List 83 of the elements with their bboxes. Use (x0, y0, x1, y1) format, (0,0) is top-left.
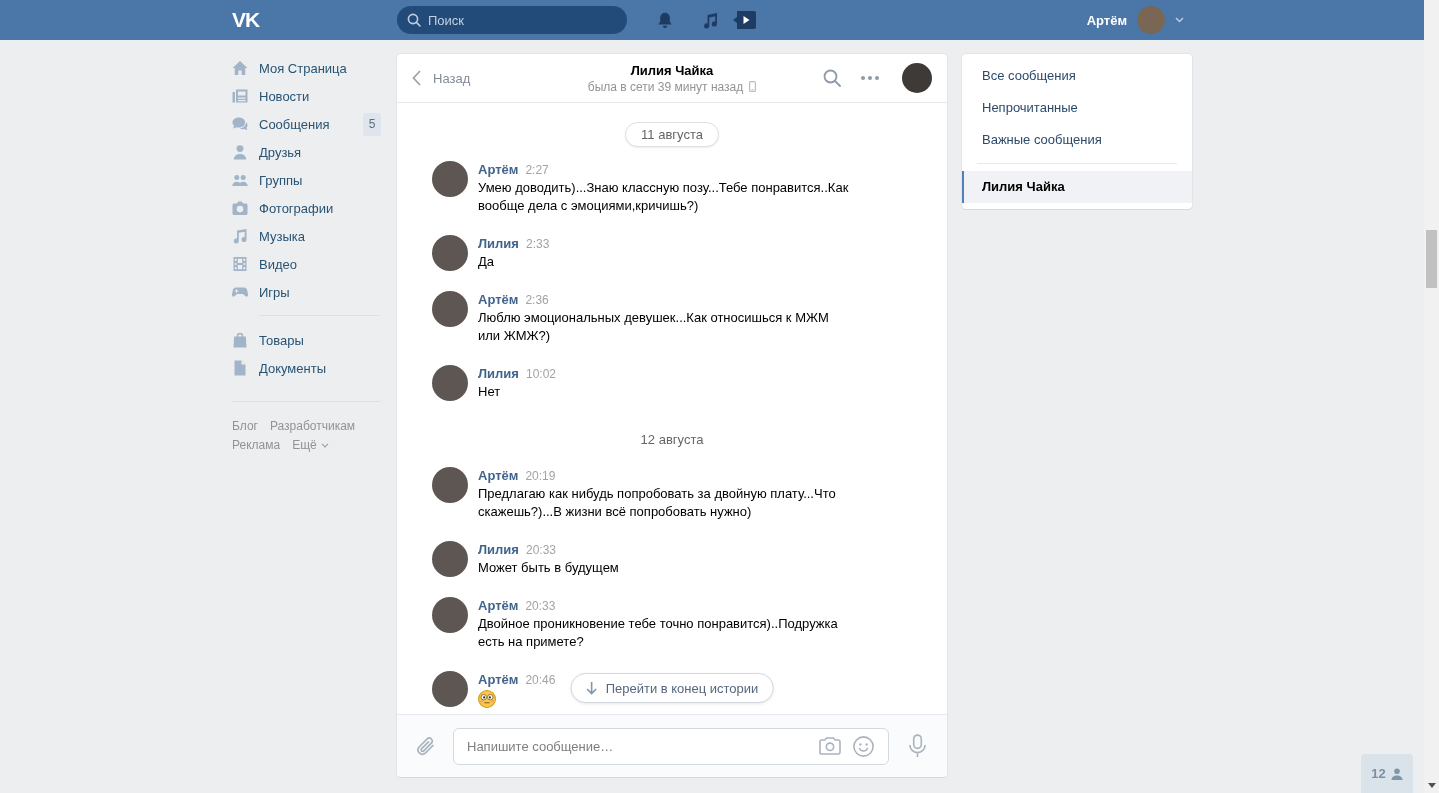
avatar[interactable] (432, 541, 468, 577)
author-link[interactable]: Лилия (478, 365, 519, 383)
emoji-face-icon (478, 690, 496, 708)
avatar[interactable] (432, 161, 468, 197)
avatar[interactable] (902, 63, 932, 93)
message-time: 20:19 (525, 468, 556, 485)
avatar[interactable] (432, 291, 468, 327)
sidebar-link[interactable]: Музыка (232, 222, 381, 250)
two-people-icon (232, 172, 248, 188)
person-icon (232, 144, 248, 160)
avatar[interactable] (432, 467, 468, 503)
message-time: 20:33 (525, 598, 556, 615)
menu-item[interactable]: Важные сообщения (962, 124, 1192, 156)
chevron-down-icon (320, 443, 329, 448)
newspaper-icon (232, 88, 248, 104)
message-time: 20:33 (525, 542, 556, 559)
author-link[interactable]: Артём (478, 161, 519, 179)
message-time: 2:36 (525, 292, 549, 309)
jump-to-end-button[interactable]: Перейти в конец истории (570, 673, 774, 703)
conversation-item[interactable]: Лилия Чайка (962, 171, 1192, 203)
message-time: 2:27 (525, 162, 549, 179)
last-seen-status: была в сети 39 минут назад (587, 78, 744, 95)
chevron-down-icon (1175, 17, 1184, 23)
menu-item[interactable]: Непрочитанные (962, 92, 1192, 124)
message-time: 10:02 (525, 366, 556, 383)
sidebar-link[interactable]: Видео (232, 250, 381, 278)
home-icon (232, 60, 248, 76)
video-play-icon[interactable] (733, 10, 756, 30)
author-link[interactable]: Лилия (478, 235, 519, 253)
message-text: Умею доводить)...Знаю классную позу...Тебе понравится..Как вообще дела с эмоциями,кричишь?) (478, 179, 850, 215)
sidebar-link[interactable]: Игры (232, 278, 381, 306)
contact-name[interactable]: Лилия Чайка (630, 61, 714, 79)
date-pill: 11 августа (625, 122, 719, 147)
author-link[interactable]: Артём (478, 291, 519, 309)
sidebar-link[interactable]: Группы (232, 166, 381, 194)
arrow-down-icon (585, 681, 598, 695)
sidebar-link[interactable]: Товары (232, 326, 381, 354)
message-text: Люблю эмоциональных девушек...Как относишься к МЖМ или ЖМЖ?) (478, 309, 830, 345)
paperclip-icon[interactable] (416, 735, 436, 757)
sidebar-link[interactable]: Фотографии (232, 194, 381, 222)
author-link[interactable]: Лилия (478, 541, 519, 559)
avatar[interactable] (432, 597, 468, 633)
message-text: Может быть в будущем (478, 559, 620, 577)
author-link[interactable]: Артём (478, 597, 519, 615)
sidebar-link[interactable]: Моя Страница (232, 54, 381, 82)
avatar[interactable] (432, 365, 468, 401)
search-field[interactable]: Поиск (397, 6, 627, 34)
profile-button[interactable]: Артём (1086, 6, 1184, 34)
sidebar-link[interactable]: Друзья (232, 138, 381, 166)
message-text: Нет (478, 383, 502, 401)
message-time: 2:33 (525, 236, 550, 253)
document-icon (232, 360, 248, 376)
menu-item[interactable]: Все сообщения (962, 60, 1192, 92)
sidebar-link[interactable]: Сообщения 5 (232, 110, 381, 138)
date-label: 12 августа (640, 433, 704, 447)
person-icon (1390, 767, 1403, 780)
back-link[interactable]: Назад (412, 70, 471, 86)
camera-icon (232, 200, 248, 216)
search-icon[interactable] (823, 69, 841, 87)
message-text: Двойное проникновение тебе точно понравится)..Подружка есть на примете? (478, 615, 839, 651)
author-link[interactable]: Артём (478, 671, 519, 689)
avatar[interactable] (432, 235, 468, 271)
message-text: Да (478, 253, 496, 271)
scrollbar-thumb[interactable] (1426, 230, 1437, 288)
author-link[interactable]: Артём (478, 467, 519, 485)
search-icon (407, 13, 421, 27)
avatar (1137, 6, 1165, 34)
sidebar-link[interactable]: Новости (232, 82, 381, 110)
logo[interactable]: VK (232, 8, 260, 32)
music-note-icon (232, 228, 248, 244)
unread-counter: 5 (363, 112, 381, 136)
scroll-down-icon[interactable] (1428, 783, 1436, 788)
shopping-bag-icon (232, 332, 248, 348)
message-text: Предлагаю как нибудь попробовать за двойную плату...Что скажешь?)...В жизни всё попробовать нужно) (478, 485, 837, 521)
speech-bubbles-icon (232, 116, 248, 132)
sidebar-link[interactable]: Документы (232, 354, 381, 382)
message-time: 20:46 (525, 672, 556, 689)
avatar[interactable] (432, 671, 468, 707)
chevron-left-icon (412, 70, 421, 86)
scrollbar-track[interactable] (1424, 0, 1439, 793)
more-icon[interactable] (861, 76, 879, 80)
film-strip-icon (232, 256, 248, 272)
phone-icon (749, 81, 757, 92)
